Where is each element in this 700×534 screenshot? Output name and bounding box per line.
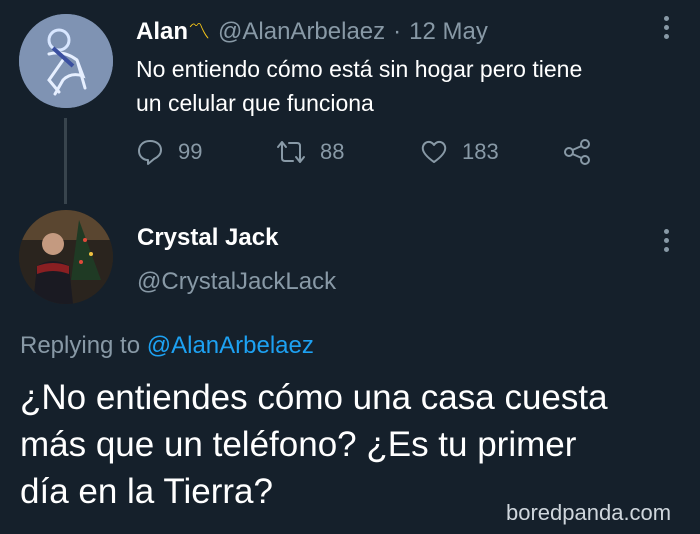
reply-action[interactable]: 99: [136, 138, 202, 166]
reply-text-line: ¿No entiendes cómo una casa cuesta: [20, 378, 608, 417]
reply-author-handle[interactable]: @CrystalJackLack: [137, 268, 336, 296]
like-action[interactable]: 183: [420, 138, 499, 166]
more-vertical-icon[interactable]: [664, 16, 670, 43]
replying-to-handle[interactable]: @AlanArbelaez: [147, 332, 314, 359]
avatar-crystal-jack[interactable]: [19, 210, 113, 304]
reply-author-name[interactable]: Crystal Jack: [137, 224, 278, 252]
author-name[interactable]: Alan: [136, 18, 188, 46]
retweet-count: 88: [320, 139, 345, 164]
reply-count: 99: [178, 139, 203, 164]
tweet-header: Alan 〽 @AlanArbelaez · 12 May: [136, 14, 488, 46]
author-handle[interactable]: @AlanArbelaez: [218, 18, 385, 46]
date-separator: ·: [393, 18, 402, 45]
watermark: boredpanda.com: [506, 500, 672, 525]
speech-bubble-icon: [138, 140, 162, 165]
heart-icon: [421, 140, 447, 163]
share-action[interactable]: [562, 138, 592, 171]
replying-to-label: Replying to: [20, 332, 141, 359]
retweet-action[interactable]: 88: [276, 138, 344, 166]
tweet-date[interactable]: 12 May: [409, 18, 488, 46]
thread-line: [64, 118, 67, 204]
reply-text: ¿No entiendes cómo una casa cuesta más q…: [20, 374, 608, 515]
share-icon: [564, 139, 590, 165]
more-vertical-icon[interactable]: [664, 229, 670, 256]
m-emoji-icon: 〽: [188, 19, 211, 44]
tweet-text: No entiendo cómo está sin hogar pero tie…: [136, 52, 582, 120]
tweet-text-line: No entiendo cómo está sin hogar pero tie…: [136, 56, 583, 82]
replying-to: Replying to @AlanArbelaez: [20, 332, 314, 360]
like-count: 183: [462, 139, 499, 164]
retweet-icon: [277, 141, 305, 163]
tweet-text-line: un celular que funciona: [136, 90, 374, 116]
reply-text-line: más que un teléfono? ¿Es tu primer: [20, 425, 577, 464]
avatar-alan[interactable]: [19, 14, 113, 108]
